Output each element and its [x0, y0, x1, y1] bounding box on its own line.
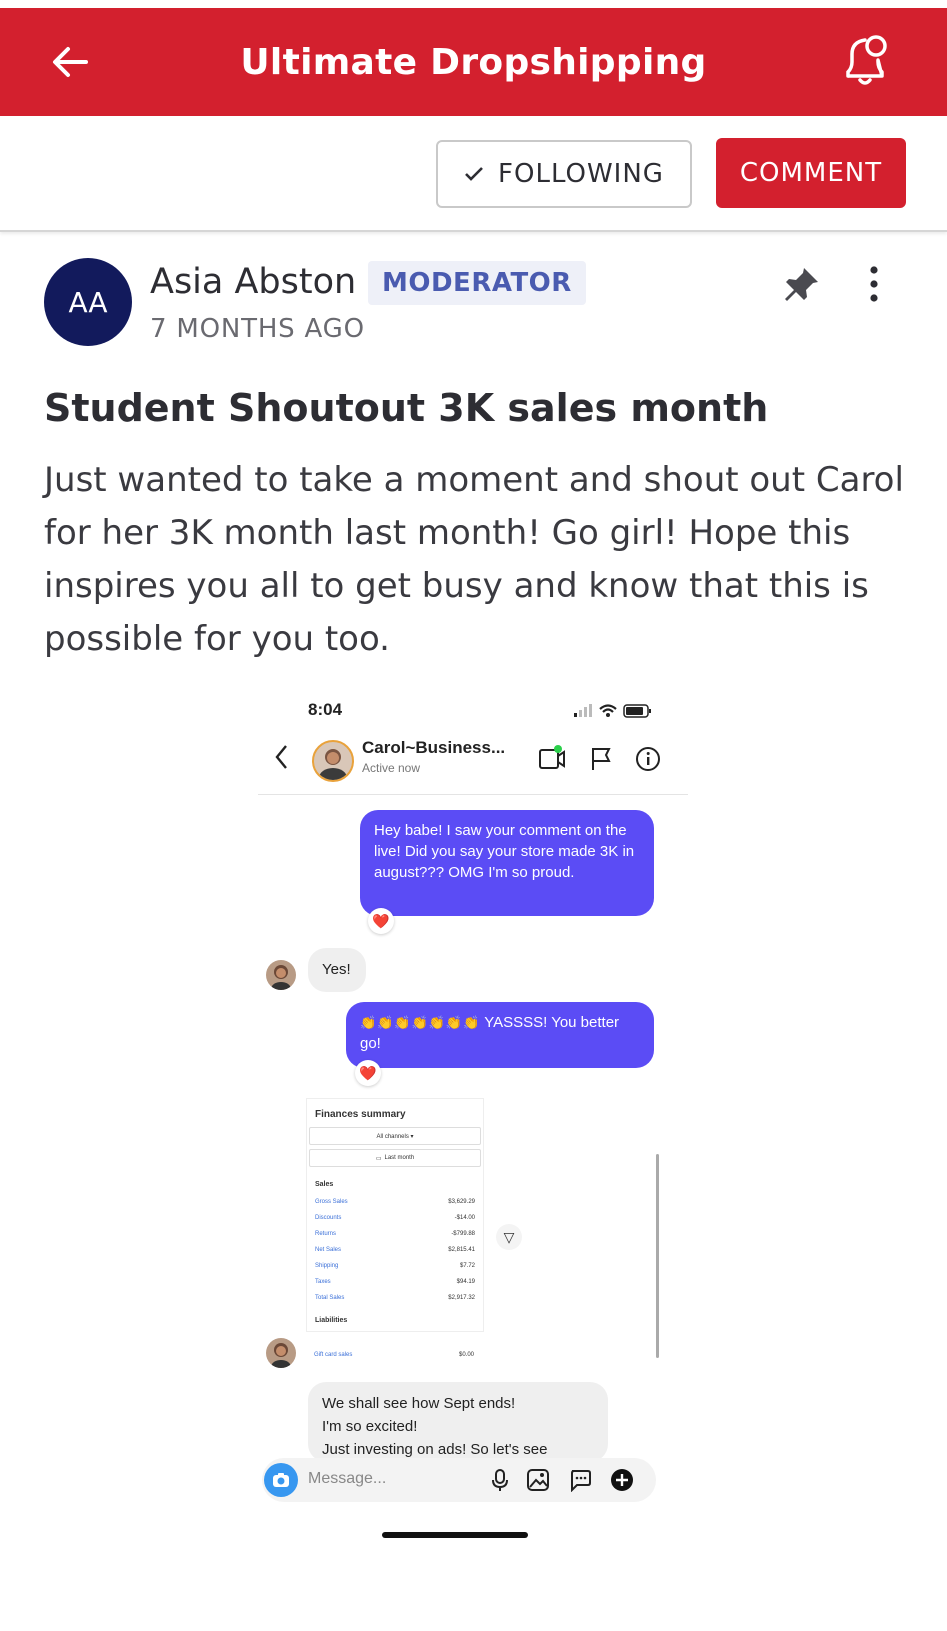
contact-name[interactable]: Carol~Business... [362, 738, 505, 758]
finance-value: $3,629.29 [448, 1199, 475, 1205]
message-line: I'm so excited! [322, 1418, 418, 1435]
chevron-left-icon[interactable] [272, 742, 292, 772]
chat-divider [258, 794, 688, 795]
finance-value: $7.72 [459, 1263, 475, 1269]
comment-button[interactable]: COMMENT [716, 138, 906, 208]
message-line: We shall see how Sept ends! [322, 1395, 516, 1412]
finance-label: Taxes [315, 1279, 331, 1285]
finance-label: Gift card sales [314, 1352, 353, 1358]
attached-screenshot[interactable]: 8:04 Carol~Business... Active now 7:29 P… [258, 688, 688, 1568]
contact-mini-avatar [266, 960, 296, 990]
outgoing-message[interactable]: Hey babe! I saw your comment on the live… [360, 810, 654, 916]
heart-reaction-icon: ❤️ [368, 908, 394, 934]
post-timestamp: 7 MONTHS AGO [150, 314, 365, 344]
finance-label: Shipping [315, 1263, 339, 1269]
incoming-message[interactable]: Yes! [308, 948, 366, 992]
heart-reaction-icon: ❤️ [355, 1060, 381, 1086]
period-select: ▭ Last month [309, 1149, 481, 1167]
finance-label: Total Sales [315, 1295, 345, 1301]
finance-value: $0.00 [458, 1352, 474, 1358]
chat-header-icons[interactable] [534, 744, 674, 774]
pin-icon[interactable] [782, 264, 822, 304]
author-name[interactable]: Asia Abston [150, 262, 356, 302]
gallery-icon[interactable] [526, 1468, 550, 1492]
moderator-badge: MODERATOR [368, 261, 586, 305]
sales-heading: Sales [315, 1181, 334, 1188]
finance-value: $2,917.32 [448, 1295, 475, 1301]
calendar-icon: ▭ [375, 1155, 382, 1162]
finances-title: Finances summary [315, 1109, 406, 1120]
finance-row: Net Sales $2,815.41 [315, 1247, 475, 1259]
flag-icon [592, 748, 611, 770]
finance-row: Gift card sales $0.00 [314, 1352, 474, 1364]
contact-mini-avatar [266, 1338, 296, 1368]
period-label: Last month [384, 1155, 415, 1161]
finance-value: $2,815.41 [448, 1247, 475, 1253]
share-icon[interactable]: ▽ [496, 1224, 522, 1250]
bell-settings-icon[interactable] [838, 30, 894, 90]
contact-avatar [312, 740, 354, 782]
finance-row: Total Sales $2,917.32 [315, 1295, 475, 1307]
finance-row: Returns -$799.88 [315, 1231, 475, 1243]
microphone-icon[interactable] [488, 1468, 512, 1492]
finance-label: Gross Sales [315, 1199, 348, 1205]
following-button[interactable]: FOLLOWING [436, 140, 692, 208]
message-composer[interactable]: Message... [262, 1458, 656, 1502]
finance-value: -$799.88 [451, 1231, 475, 1237]
finance-value: $94.19 [456, 1279, 475, 1285]
author-avatar[interactable]: AA [44, 258, 132, 346]
finances-summary-image[interactable]: Finances summary All channels ▾ ▭ Last mo… [306, 1098, 484, 1332]
message-input[interactable]: Message... [308, 1470, 386, 1488]
status-clock: 8:04 [308, 700, 343, 719]
finance-row: Shipping $7.72 [315, 1263, 475, 1275]
channel-select: All channels ▾ [309, 1127, 481, 1145]
finance-value: -$14.00 [454, 1215, 475, 1221]
finance-label: Returns [315, 1231, 337, 1237]
post-title: Student Shoutout 3K sales month [44, 386, 769, 430]
finance-row: Gross Sales $3,629.29 [315, 1199, 475, 1211]
home-indicator [382, 1532, 528, 1538]
finance-row: Taxes $94.19 [315, 1279, 475, 1291]
finance-label: Discounts [315, 1215, 342, 1221]
video-call-icon [539, 745, 565, 769]
status-icons [574, 704, 651, 718]
post-body: Just wanted to take a moment and shout o… [44, 460, 904, 659]
sticker-icon[interactable] [568, 1468, 592, 1492]
outgoing-message[interactable]: 👏👏👏👏👏👏👏 YASSSS! You better go! [346, 1002, 654, 1068]
following-label: FOLLOWING [498, 159, 664, 189]
clap-emojis: 👏👏👏👏👏👏👏 [360, 1015, 481, 1030]
page-title: Ultimate Dropshipping [240, 42, 707, 83]
finance-row: Discounts -$14.00 [315, 1215, 475, 1227]
more-options-icon[interactable] [864, 264, 884, 304]
add-icon[interactable] [610, 1468, 634, 1492]
checkmark-icon [465, 167, 483, 181]
liabilities-heading: Liabilities [315, 1317, 348, 1324]
action-bar: FOLLOWING COMMENT [0, 116, 947, 232]
camera-icon[interactable] [264, 1463, 298, 1497]
finance-label: Net Sales [315, 1247, 342, 1253]
app-header: Ultimate Dropshipping [0, 8, 947, 116]
scrollbar[interactable] [656, 1154, 659, 1358]
incoming-message[interactable]: We shall see how Sept ends! I'm so excit… [308, 1382, 608, 1462]
contact-status: Active now [362, 761, 421, 775]
info-icon [636, 747, 660, 771]
